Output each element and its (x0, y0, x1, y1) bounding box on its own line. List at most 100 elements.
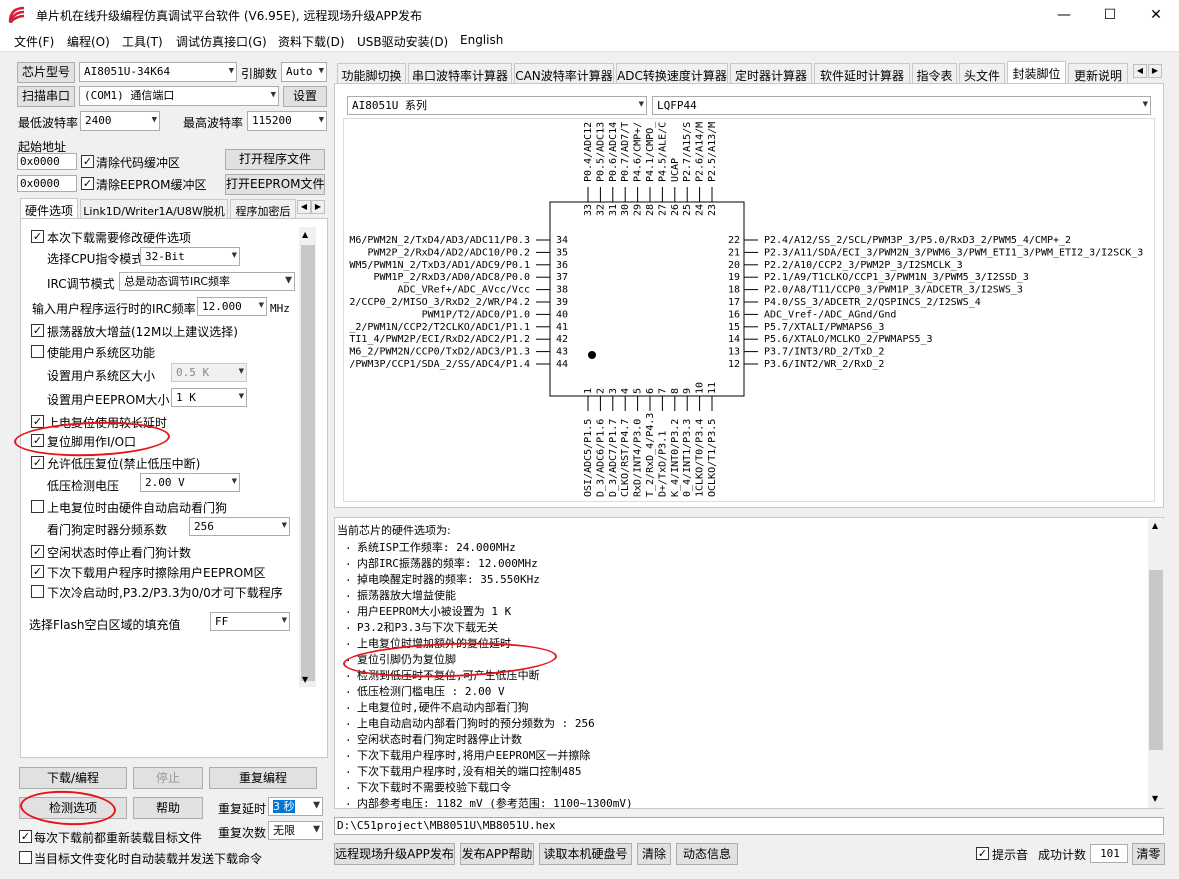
menu-file[interactable]: 文件(F) (14, 33, 54, 50)
repeat-count-label: 重复次数 (218, 826, 267, 840)
scan-port-button[interactable]: 扫描串口 (17, 86, 75, 107)
max-baud-select[interactable]: 115200 ▼ (247, 111, 327, 131)
menu-tools[interactable]: 工具(T) (122, 33, 163, 50)
max-baud-value: 115200 (252, 114, 292, 127)
clear-eeprom-label: 清除EEPROM缓冲区 (96, 178, 207, 192)
scrollbar-thumb[interactable] (301, 245, 315, 681)
repeat-count-select[interactable]: 无限 ▼ (268, 821, 323, 840)
minimize-button[interactable]: — (1041, 0, 1087, 30)
clear-code-checkbox[interactable]: ✓ (81, 155, 94, 168)
tab-hardware-options[interactable]: 硬件选项 (20, 198, 78, 218)
osc-gain-checkbox[interactable]: ✓ (31, 324, 44, 337)
publish-app-button[interactable]: 远程现场升级APP发布 (334, 843, 455, 865)
menu-debug[interactable]: 调试仿真接口(G) (176, 33, 267, 50)
tab-timer-calc[interactable]: 定时器计算器 (730, 63, 812, 83)
tab-header-files[interactable]: 头文件 (959, 63, 1005, 83)
modify-options-checkbox[interactable]: ✓ (31, 230, 44, 243)
eeprom-size-select[interactable]: 1 K ▼ (171, 388, 247, 407)
tab-pin-switch[interactable]: 功能脚切换 (337, 63, 406, 83)
dynamic-info-button[interactable]: 动态信息 (676, 843, 738, 865)
auto-load-checkbox[interactable] (19, 851, 32, 864)
status-line: 系统ISP工作频率: 24.000MHz (357, 541, 516, 554)
tab-scroll-left-icon[interactable]: ◀ (1133, 64, 1147, 78)
reset-io-checkbox[interactable]: ✓ (31, 434, 44, 447)
reprogram-button[interactable]: 重复编程 (209, 767, 317, 789)
status-scrollbar-thumb[interactable] (1149, 570, 1163, 750)
series-select[interactable]: AI8051U 系列 ▼ (347, 96, 647, 115)
maximize-button[interactable]: ☐ (1087, 0, 1133, 30)
publish-help-button[interactable]: 发布APP帮助 (460, 843, 534, 865)
help-button[interactable]: 帮助 (133, 797, 203, 819)
scroll-down-icon[interactable]: ▼ (1152, 794, 1158, 803)
menu-download[interactable]: 资料下载(D) (278, 33, 345, 50)
menu-english[interactable]: English (460, 33, 503, 47)
cold-start-checkbox[interactable] (31, 585, 44, 598)
clear-eeprom-checkbox[interactable]: ✓ (81, 177, 94, 190)
cpu-mode-select[interactable]: 32-Bit ▼ (140, 247, 240, 266)
wdt-div-value: 256 (194, 520, 214, 533)
system-size-select[interactable]: 0.5 K ▼ (171, 363, 247, 382)
power-delay-checkbox[interactable]: ✓ (31, 415, 44, 428)
system-area-checkbox[interactable] (31, 345, 44, 358)
low-voltage-reset-checkbox[interactable]: ✓ (31, 456, 44, 469)
pin-label: P2.3/A11/SDA/ECI_3/PWM2N_3/PWM6_3/PWM_ET… (764, 247, 1143, 258)
modify-options-label: 本次下载需要修改硬件选项 (47, 231, 192, 245)
tab-link1d-offline[interactable]: Link1D/Writer1A/U8W脱机 (80, 199, 228, 218)
tab-package-pins[interactable]: 封装脚位 (1007, 61, 1066, 83)
tab-scroll-right-icon[interactable]: ▶ (1148, 64, 1162, 78)
tab-changelog[interactable]: 更新说明 (1068, 63, 1128, 83)
chip-model-select[interactable]: AI8051U-34K64 ▼ (79, 62, 237, 82)
tab-adc-speed[interactable]: ADC转换速度计算器 (616, 63, 728, 83)
port-settings-button[interactable]: 设置 (283, 86, 327, 107)
eeprom-address-input[interactable]: 0x0000 (17, 175, 77, 192)
irc-mode-select[interactable]: 总是动态调节IRC频率 ▼ (119, 272, 295, 291)
code-address-input[interactable]: 0x0000 (17, 153, 77, 170)
min-baud-select[interactable]: 2400 ▼ (80, 111, 160, 131)
open-eeprom-file-button[interactable]: 打开EEPROM文件 (225, 174, 325, 195)
tab-scroll-left-icon[interactable]: ◀ (297, 200, 311, 214)
erase-eeprom-checkbox[interactable]: ✓ (31, 565, 44, 578)
pin-number: 16 (728, 309, 740, 320)
check-options-button[interactable]: 检测选项 (19, 797, 127, 819)
tab-instructions[interactable]: 指令表 (912, 63, 957, 83)
window-title: 单片机在线升级编程仿真调试平台软件 (V6.95E), 远程现场升级APP发布 (36, 9, 423, 23)
close-button[interactable]: ✕ (1133, 0, 1179, 30)
idle-wdt-checkbox[interactable]: ✓ (31, 545, 44, 558)
stop-button[interactable]: 停止 (133, 767, 203, 789)
open-program-file-button[interactable]: 打开程序文件 (225, 149, 325, 170)
pin-label: P2.7/A15/S (682, 122, 693, 182)
lvd-select[interactable]: 2.00 V ▼ (140, 473, 240, 492)
pin-label: PWM1P_2/RxD3/AD0/ADC8/P0.0 (373, 272, 530, 283)
scroll-up-icon[interactable]: ▲ (302, 230, 308, 239)
beep-checkbox[interactable]: ✓ (976, 847, 989, 860)
scroll-down-icon[interactable]: ▼ (302, 675, 308, 684)
tab-uart-baud[interactable]: 串口波特率计算器 (408, 63, 512, 83)
tab-scroll-right-icon[interactable]: ▶ (311, 200, 325, 214)
pin-count-select[interactable]: Auto ▼ (281, 62, 327, 82)
min-baud-value: 2400 (85, 114, 112, 127)
scroll-up-icon[interactable]: ▲ (1152, 521, 1158, 530)
menu-usb-driver[interactable]: USB驱动安装(D) (357, 33, 448, 50)
wdt-div-select[interactable]: 256 ▼ (189, 517, 290, 536)
menu-program[interactable]: 编程(O) (67, 33, 110, 50)
reload-file-checkbox[interactable]: ✓ (19, 830, 32, 843)
clear-output-button[interactable]: 清除 (637, 843, 671, 865)
package-select[interactable]: LQFP44 ▼ (652, 96, 1151, 115)
wdt-auto-checkbox[interactable] (31, 500, 44, 513)
download-program-button[interactable]: 下载/编程 (19, 767, 127, 789)
port-select[interactable]: (COM1) 通信端口 ▼ (79, 86, 279, 106)
flash-fill-select[interactable]: FF ▼ (210, 612, 290, 631)
irc-freq-select[interactable]: 12.000 ▼ (197, 297, 267, 316)
pin-label: PWM1P/T2/ADC0/P1.0 (422, 309, 530, 320)
tab-can-baud[interactable]: CAN波特率计算器 (514, 63, 614, 83)
chip-model-button[interactable]: 芯片型号 (17, 62, 75, 83)
repeat-delay-select[interactable]: 3 秒 ▼ (268, 797, 323, 816)
read-disk-id-button[interactable]: 读取本机硬盘号 (539, 843, 632, 865)
status-bullet: . (345, 619, 352, 632)
reset-count-button[interactable]: 清零 (1132, 843, 1165, 865)
tab-delay-calc[interactable]: 软件延时计算器 (814, 63, 910, 83)
pin-label: P0.6/ADC14 (608, 122, 619, 182)
tab-encryption[interactable]: 程序加密后 (230, 199, 296, 218)
file-path-field[interactable]: D:\C51project\MB8051U\MB8051U.hex (334, 817, 1164, 835)
pin-label: TI1_4/PWM2P/ECI/RxD2/ADC2/P1.2 (349, 334, 530, 345)
